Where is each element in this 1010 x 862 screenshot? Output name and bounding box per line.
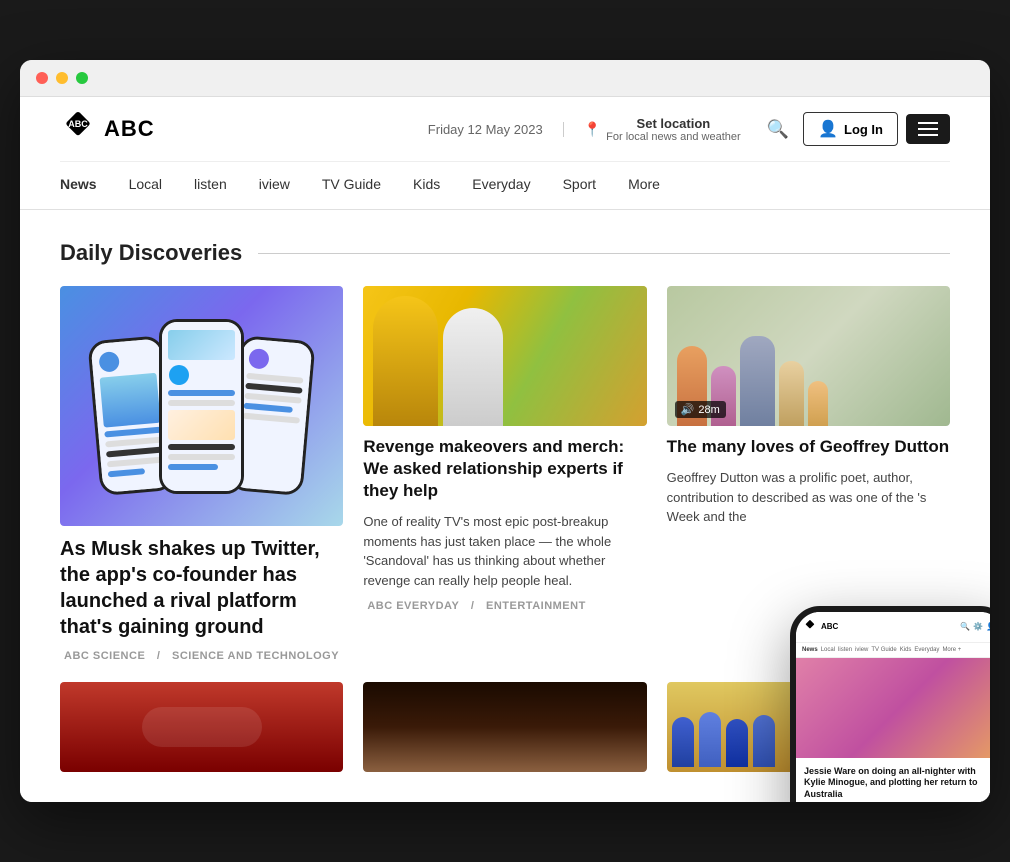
card-image-geoffrey: 🔊 28m	[667, 286, 950, 426]
mobile-nav-kids[interactable]: Kids	[900, 647, 912, 653]
mobile-nav-news[interactable]: News	[802, 647, 818, 653]
login-label: Log In	[844, 122, 883, 137]
card-car[interactable]	[60, 682, 343, 772]
location-title: Set location	[637, 116, 711, 131]
nav-item-tv-guide[interactable]: TV Guide	[306, 162, 397, 209]
mobile-search-icon[interactable]: 🔍	[960, 622, 970, 631]
card-revenge-category: ABC EVERYDAY	[367, 600, 459, 612]
date-display: Friday 12 May 2023	[428, 122, 564, 137]
section-heading: Daily Discoveries	[60, 240, 950, 266]
menu-bar-3	[918, 134, 938, 136]
nav-item-kids[interactable]: Kids	[397, 162, 456, 209]
header-actions: 🔍 👤 Log In	[761, 112, 950, 146]
card-revenge-title: Revenge makeovers and merch: We asked re…	[363, 436, 646, 502]
nav-item-local[interactable]: Local	[113, 162, 178, 209]
revenge-photo	[363, 286, 646, 426]
card-twitter-title: As Musk shakes up Twitter, the app's co-…	[60, 536, 343, 640]
card-twitter-meta: ABC SCIENCE / SCIENCE AND TECHNOLOGY	[60, 650, 343, 662]
card-image-car	[60, 682, 343, 772]
mobile-nav-listen[interactable]: listen	[838, 647, 852, 653]
card-image-revenge	[363, 286, 646, 426]
card-revenge-separator: /	[471, 600, 475, 612]
nav-item-sport[interactable]: Sport	[547, 162, 612, 209]
card-revenge-meta: ABC EVERYDAY / ENTERTAINMENT	[363, 600, 646, 612]
browser-dot-red[interactable]	[36, 72, 48, 84]
location-subtitle: For local news and weather	[606, 131, 741, 143]
card-geoffrey-title: The many loves of Geoffrey Dutton	[667, 436, 950, 458]
mobile-nav-iview[interactable]: iview	[855, 647, 868, 653]
mobile-hero-article[interactable]: Jessie Ware on doing an all-nighter with…	[796, 758, 990, 802]
card-image-twitter	[60, 286, 343, 526]
site-header: ABC ABC Friday 12 May 2023 📍 Set locatio…	[20, 97, 990, 210]
card-image-dark	[363, 682, 646, 772]
video-badge: 🔊 28m	[675, 401, 726, 418]
menu-button[interactable]	[906, 114, 950, 144]
site-navigation: News Local listen iview TV Guide Kids Ev…	[60, 162, 950, 209]
set-location-button[interactable]: 📍 Set location For local news and weathe…	[584, 116, 741, 143]
mobile-nav: News Local listen iview TV Guide Kids Ev…	[796, 643, 990, 658]
video-duration: 28m	[698, 404, 719, 416]
mobile-nav-tvguide[interactable]: TV Guide	[871, 647, 896, 653]
mobile-user-icon[interactable]: 👤	[986, 622, 990, 631]
login-button[interactable]: 👤 Log In	[803, 112, 898, 146]
card-dark-interior[interactable]	[363, 682, 646, 772]
browser-window: ABC ABC Friday 12 May 2023 📍 Set locatio…	[20, 60, 990, 802]
svg-text:ABC: ABC	[68, 119, 88, 129]
logo-text: ABC	[104, 116, 155, 142]
mobile-phone-overlay: ABC 🔍 ⚙️ 👤 News Local listen iview	[790, 606, 990, 802]
header-top: ABC ABC Friday 12 May 2023 📍 Set locatio…	[60, 97, 950, 162]
mobile-settings-icon[interactable]: ⚙️	[973, 622, 983, 631]
mobile-nav-everyday[interactable]: Everyday	[914, 647, 939, 653]
card-twitter-topic: SCIENCE AND TECHNOLOGY	[172, 650, 339, 662]
card-geoffrey-excerpt: Geoffrey Dutton was a prolific poet, aut…	[667, 468, 950, 527]
nav-item-more[interactable]: More	[612, 162, 676, 209]
nav-item-iview[interactable]: iview	[243, 162, 306, 209]
site-main: Daily Discoveries	[20, 210, 990, 802]
nav-item-everyday[interactable]: Everyday	[456, 162, 546, 209]
nav-item-news[interactable]: News	[60, 162, 113, 209]
menu-bar-2	[918, 128, 938, 130]
card-geoffrey[interactable]: 🔊 28m The many loves of Geoffrey Dutton …	[667, 286, 950, 612]
card-twitter-separator: /	[157, 650, 161, 662]
mobile-hero-title: Jessie Ware on doing an all-nighter with…	[804, 766, 990, 801]
phone-center	[159, 319, 244, 494]
user-icon: 👤	[818, 119, 838, 139]
browser-dot-green[interactable]	[76, 72, 88, 84]
logo-icon: ABC	[60, 111, 96, 147]
menu-bar-1	[918, 122, 938, 124]
location-pin-icon: 📍	[584, 121, 601, 138]
mobile-screen: ABC 🔍 ⚙️ 👤 News Local listen iview	[796, 612, 990, 802]
logo[interactable]: ABC ABC	[60, 111, 155, 147]
mobile-nav-more[interactable]: More +	[942, 647, 961, 653]
card-revenge[interactable]: Revenge makeovers and merch: We asked re…	[363, 286, 646, 612]
nav-item-listen[interactable]: listen	[178, 162, 243, 209]
mobile-logo-icon	[804, 620, 818, 634]
waveform-icon: 🔊	[681, 403, 695, 416]
browser-dot-yellow[interactable]	[56, 72, 68, 84]
card-twitter-category: ABC SCIENCE	[64, 650, 145, 662]
header-meta: Friday 12 May 2023 📍 Set location For lo…	[428, 112, 950, 146]
card-revenge-topic: ENTERTAINMENT	[486, 600, 586, 612]
phone-mockup	[84, 319, 319, 494]
browser-chrome	[20, 60, 990, 97]
mobile-nav-local[interactable]: Local	[821, 647, 835, 653]
card-twitter[interactable]: As Musk shakes up Twitter, the app's co-…	[60, 286, 343, 662]
search-icon: 🔍	[767, 119, 789, 139]
mobile-logo-text: ABC	[821, 622, 838, 631]
search-button[interactable]: 🔍	[761, 113, 795, 146]
card-revenge-excerpt: One of reality TV's most epic post-break…	[363, 512, 646, 590]
mobile-header-bar: ABC 🔍 ⚙️ 👤	[796, 612, 990, 643]
mobile-hero-image	[796, 658, 990, 758]
